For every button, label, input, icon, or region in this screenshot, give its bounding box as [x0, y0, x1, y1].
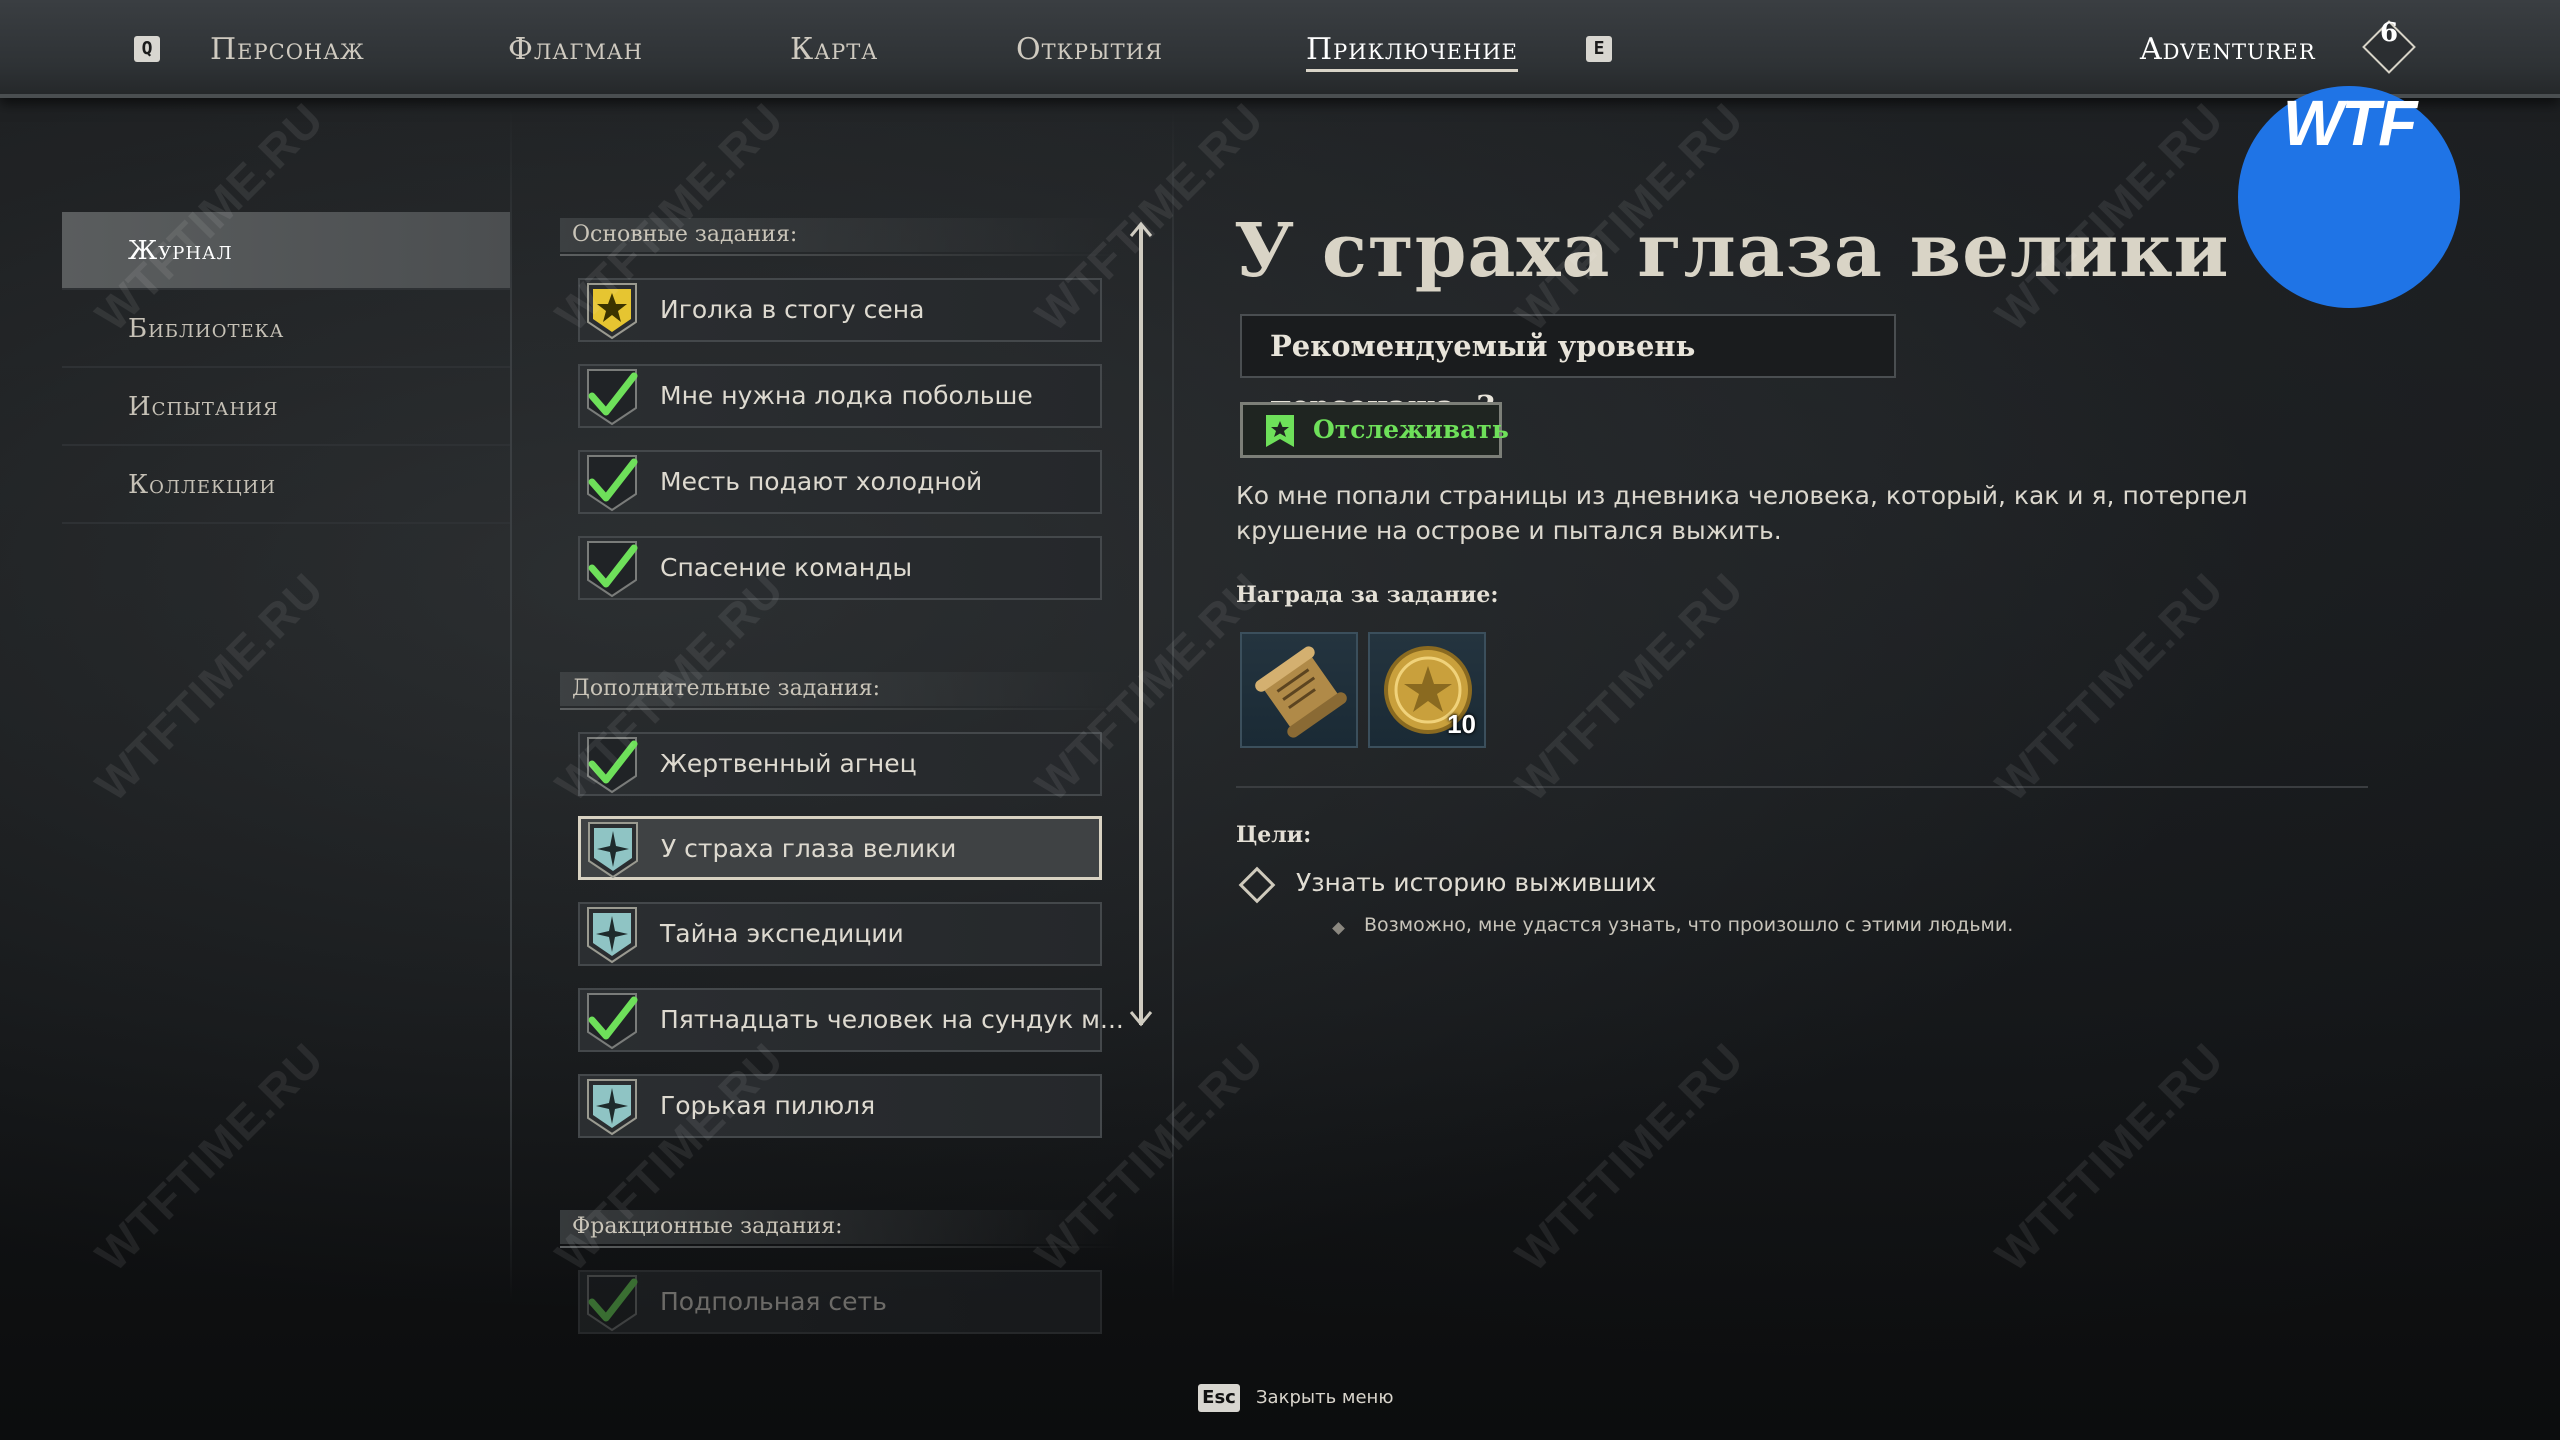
quest-item[interactable]: Месть подают холодной [578, 450, 1102, 514]
completed-check-icon [587, 541, 638, 598]
quest-label: Подпольная сеть [660, 1287, 887, 1316]
side-quests-header: Дополнительные задания: [560, 672, 1120, 710]
top-navigation-bar: Q Персонаж Флагман Карта Открытия Приклю… [0, 0, 2560, 98]
quest-item[interactable]: Жертвенный агнец [578, 732, 1102, 796]
next-tab-key-hint: E [1586, 36, 1612, 62]
bookmark-star-icon [1266, 415, 1294, 447]
detail-divider [1236, 786, 2368, 788]
goals-label: Цели: [1236, 822, 1312, 848]
side-quest-compass-icon [588, 822, 638, 879]
quest-item[interactable]: Подпольная сеть [578, 1270, 1102, 1334]
quest-label: Месть подают холодной [660, 467, 983, 496]
quest-description: Ко мне попали страницы из дневника челов… [1236, 481, 2248, 545]
completed-check-icon [587, 455, 638, 512]
completed-check-icon [587, 993, 638, 1050]
column-divider [1172, 110, 1174, 1300]
scroll-reward-icon [1255, 646, 1347, 738]
tab-adventure[interactable]: Приключение [1306, 28, 1518, 72]
main-quests-header: Основные задания: [560, 218, 1120, 256]
side-quest-compass-icon [587, 907, 637, 964]
quest-label: У страха глаза велики [661, 834, 957, 863]
main-quest-star-icon [587, 283, 637, 340]
completed-check-icon [587, 737, 638, 794]
quest-label: Иголка в стогу сена [660, 295, 925, 324]
objective-hint: Возможно, мне удастся узнать, что произо… [1364, 914, 2014, 936]
completed-check-icon [587, 1275, 638, 1332]
reward-label: Награда за задание: [1236, 582, 1499, 608]
quest-item[interactable]: Мне нужна лодка побольше [578, 364, 1102, 428]
tab-character[interactable]: Персонаж [210, 28, 365, 72]
sidebar-item-collections[interactable]: Коллекции [62, 446, 510, 524]
quest-label: Горькая пилюля [660, 1091, 876, 1120]
quest-item[interactable]: Пятнадцать человек на сундук м... [578, 988, 1124, 1052]
objective-text: Узнать историю выживших [1296, 868, 1657, 897]
quest-label: Мне нужна лодка побольше [660, 381, 1033, 410]
faction-quests-header: Фракционные задания: [560, 1210, 1120, 1248]
track-quest-button[interactable]: Отслеживать [1240, 402, 1509, 458]
reward-slot[interactable]: 10 [1368, 632, 1486, 748]
player-level-badge: 6 [2360, 18, 2418, 76]
completed-check-icon [587, 369, 638, 426]
reward-quantity: 10 [1447, 709, 1476, 739]
quest-label: Жертвенный агнец [660, 749, 917, 778]
journal-sidebar: Журнал Библиотека Испытания Коллекции [62, 212, 510, 524]
track-quest-label: Отслеживать [1313, 415, 1509, 444]
esc-key-hint[interactable]: Esc [1198, 1384, 1240, 1412]
prev-tab-key-hint: Q [134, 36, 160, 62]
quest-list-scrollbar[interactable] [1139, 225, 1143, 1025]
wtf-logo: WTF [2238, 86, 2460, 308]
tab-map[interactable]: Карта [790, 28, 878, 72]
scroll-up-arrow-icon[interactable] [1129, 220, 1153, 240]
tab-flagship[interactable]: Флагман [508, 28, 643, 72]
quest-item[interactable]: Горькая пилюля [578, 1074, 1102, 1138]
quest-label: Тайна экспедиции [660, 919, 904, 948]
sidebar-item-journal[interactable]: Журнал [62, 212, 510, 290]
quest-title: У страха глаза велики [1234, 208, 2230, 294]
quest-item[interactable]: Спасение команды [578, 536, 1102, 600]
quest-item[interactable]: Тайна экспедиции [578, 902, 1102, 966]
player-level: 6 [2379, 18, 2399, 48]
reward-slot[interactable] [1240, 632, 1358, 748]
sidebar-item-library[interactable]: Библиотека [62, 290, 510, 368]
column-divider [510, 110, 512, 1300]
quest-item-selected[interactable]: У страха глаза велики [578, 816, 1102, 880]
player-name: Adventurer [2140, 32, 2316, 67]
wtf-logo-text: WTF [2282, 87, 2418, 159]
recommended-level: Рекомендуемый уровень персонажа: 3 [1240, 314, 1896, 423]
quest-label: Спасение команды [660, 553, 913, 582]
quest-label: Пятнадцать человек на сундук м... [660, 1005, 1124, 1034]
tab-discoveries[interactable]: Открытия [1016, 28, 1163, 72]
side-quest-compass-icon [587, 1079, 637, 1136]
sidebar-item-trials[interactable]: Испытания [62, 368, 510, 446]
scroll-down-arrow-icon[interactable] [1129, 1008, 1153, 1028]
quest-item[interactable]: Иголка в стогу сена [578, 278, 1102, 342]
close-menu-label: Закрыть меню [1256, 1387, 1394, 1408]
